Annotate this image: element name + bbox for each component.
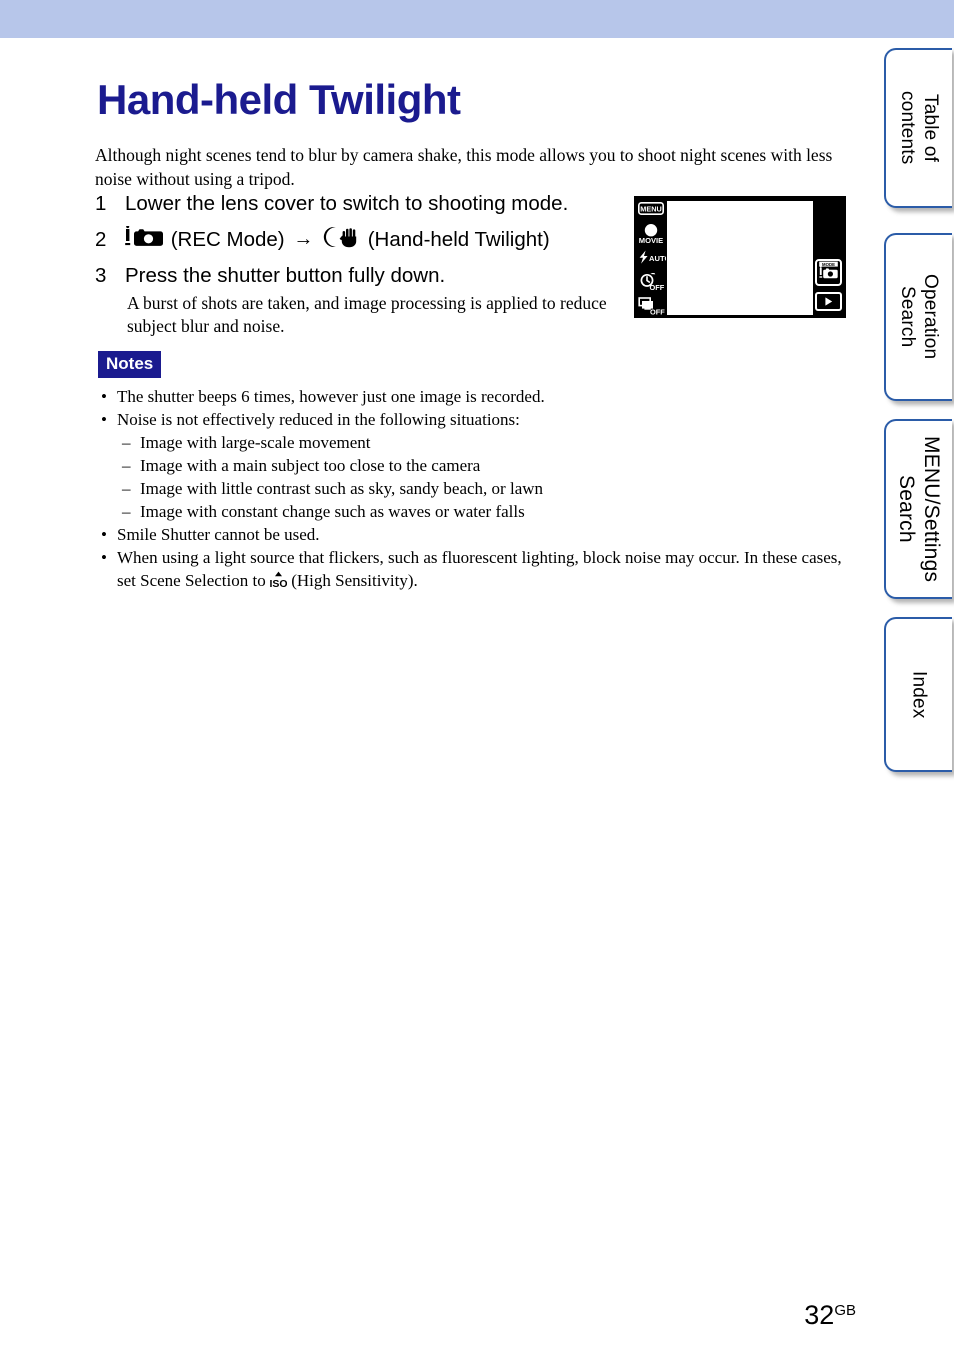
tab-operation-search[interactable]: Operation Search: [884, 233, 952, 401]
note-item: • When using a light source that flicker…: [95, 546, 855, 592]
i-camera-icon: [125, 226, 165, 248]
page-number: 32GB: [804, 1300, 856, 1331]
tab-index[interactable]: Index: [884, 617, 952, 772]
notes-badge: Notes: [98, 351, 162, 378]
dash-glyph: –: [122, 433, 131, 452]
menu-button-icon[interactable]: MENU: [635, 202, 667, 220]
note-item: • Noise is not effectively reduced in th…: [95, 408, 855, 431]
iso-high-sensitivity-icon: ISO: [269, 571, 288, 590]
note-subitem: – Image with constant change such as wav…: [95, 500, 855, 523]
note-item: • The shutter beeps 6 times, however jus…: [95, 385, 855, 408]
step-3-number: 3: [95, 264, 107, 287]
tab-label: Index: [908, 670, 930, 719]
svg-text:AUTO: AUTO: [649, 254, 666, 263]
dash-glyph: –: [122, 479, 131, 498]
bullet-glyph: •: [101, 525, 107, 544]
svg-text:ISO: ISO: [270, 578, 287, 589]
note-item: • Smile Shutter cannot be used.: [95, 523, 855, 546]
moon-hand-icon: [322, 226, 362, 248]
mode-button[interactable]: MODE: [815, 259, 842, 286]
dash-glyph: –: [122, 456, 131, 475]
dash-glyph: –: [122, 502, 131, 521]
lcd-left-icon-rail: MENU MOVIE AUT OFF OFF: [635, 197, 667, 319]
notes-list: • The shutter beeps 6 times, however jus…: [95, 385, 855, 592]
note-text: Smile Shutter cannot be used.: [117, 525, 320, 544]
bullet-glyph: •: [101, 410, 107, 429]
camera-lcd-illustration: MENU MOVIE AUT OFF OFF MODE: [634, 196, 846, 318]
svg-text:MOVIE: MOVIE: [639, 236, 663, 245]
intro-paragraph: Although night scenes tend to blur by ca…: [95, 144, 833, 189]
arrow-icon: →: [293, 228, 314, 250]
lcd-live-view: [667, 201, 813, 315]
note-subitem: – Image with large-scale movement: [95, 431, 855, 454]
note-subtext: Image with a main subject too close to t…: [140, 456, 481, 475]
step-2: 2 (REC Mode) → (Hand-held Twilight): [95, 224, 625, 255]
page-number-suffix: GB: [834, 1302, 856, 1319]
tab-table-of-contents[interactable]: Table of contents: [884, 48, 952, 208]
note-subtext: Image with constant change such as waves…: [140, 502, 525, 521]
svg-text:MENU: MENU: [640, 204, 662, 213]
flash-auto-icon[interactable]: AUTO: [635, 250, 667, 269]
step-2-mode-label: (Hand-held Twilight): [367, 228, 550, 251]
step-3-description: A burst of shots are taken, and image pr…: [127, 293, 607, 336]
playback-button[interactable]: [815, 292, 842, 311]
step-2-rec-label: (REC Mode): [170, 228, 285, 251]
tab-label: MENU/Settings Search: [895, 435, 943, 583]
side-tab-rail: Table of contents Operation Search MENU/…: [880, 0, 954, 1369]
note-subitem: – Image with a main subject too close to…: [95, 454, 855, 477]
step-1-text: Lower the lens cover to switch to shooti…: [125, 192, 569, 215]
note-text: When using a light source that flickers,…: [117, 548, 842, 590]
step-2-number: 2: [95, 228, 107, 251]
page-title: Hand-held Twilight: [97, 76, 461, 124]
step-1-number: 1: [95, 192, 107, 215]
tab-label: Operation Search: [897, 274, 941, 360]
self-timer-off-icon[interactable]: OFF: [635, 273, 667, 296]
note-subtext: Image with large-scale movement: [140, 433, 371, 452]
note-subtext: Image with little contrast such as sky, …: [140, 479, 544, 498]
note-subitem: – Image with little contrast such as sky…: [95, 477, 855, 500]
step-list: 1 Lower the lens cover to switch to shoo…: [95, 188, 625, 343]
note-text: Noise is not effectively reduced in the …: [117, 410, 520, 429]
bullet-glyph: •: [101, 548, 107, 567]
tab-label: Table of contents: [897, 91, 941, 165]
svg-text:OFF: OFF: [650, 307, 665, 315]
step-3: 3 Press the shutter button fully down. A…: [95, 260, 625, 338]
note-text-tail: (High Sensitivity).: [286, 571, 418, 590]
tab-menu-settings-search[interactable]: MENU/Settings Search: [884, 419, 952, 599]
bullet-glyph: •: [101, 387, 107, 406]
note-text: The shutter beeps 6 times, however just …: [117, 387, 545, 406]
header-band: [0, 0, 954, 38]
step-1: 1 Lower the lens cover to switch to shoo…: [95, 188, 625, 219]
burst-mode-off-icon[interactable]: OFF: [635, 297, 667, 320]
svg-text:OFF: OFF: [650, 283, 665, 291]
step-3-text: Press the shutter button fully down.: [125, 264, 446, 287]
page-number-value: 32: [804, 1300, 835, 1330]
page-content: Hand-held Twilight Although night scenes…: [0, 38, 880, 1369]
movie-mode-icon[interactable]: MOVIE: [635, 223, 667, 250]
svg-text:MODE: MODE: [822, 262, 835, 267]
